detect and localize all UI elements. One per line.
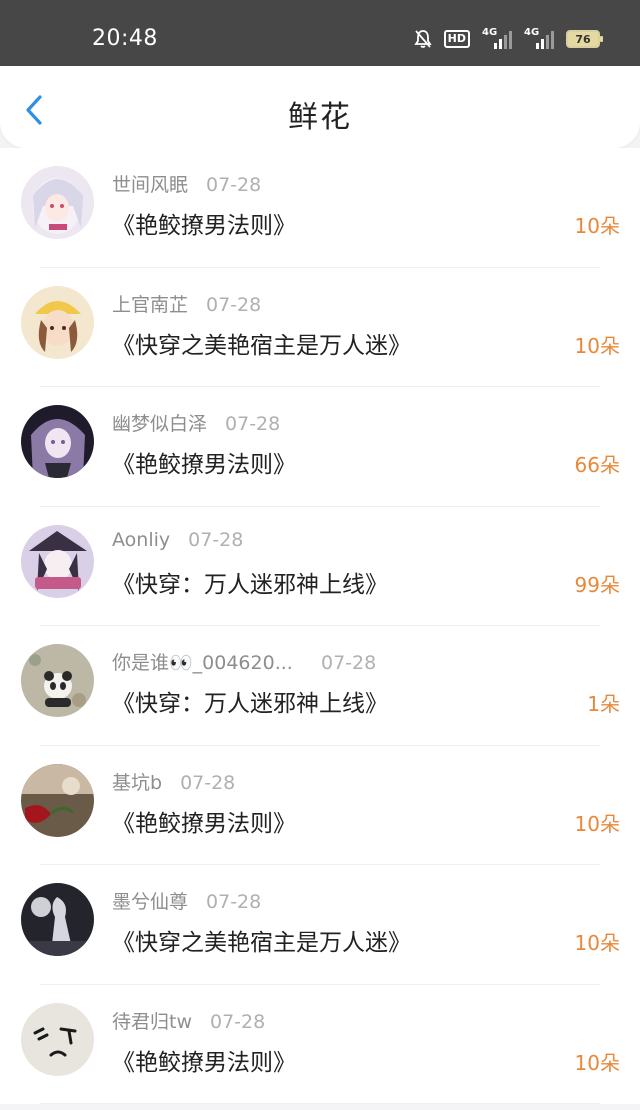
book-title[interactable]: 《艳鲛撩男法则》 [112, 445, 296, 479]
item-date: 07-28 [206, 293, 262, 316]
avatar[interactable] [21, 644, 94, 717]
flower-count: 10朵 [574, 1050, 620, 1075]
item-meta: 上官南芷 07-28 [112, 290, 261, 317]
list-item[interactable]: Aonliy 07-28 《快穿：万人迷邪神上线》 99朵 [0, 506, 640, 626]
user-name[interactable]: 墨兮仙尊 [112, 887, 188, 914]
user-name[interactable]: 待君归tw [112, 1007, 192, 1034]
user-name[interactable]: 上官南芷 [112, 290, 188, 317]
item-meta: 基坑b 07-28 [112, 768, 235, 795]
item-date: 07-28 [321, 652, 377, 674]
flower-count: 66朵 [574, 453, 620, 477]
book-title[interactable]: 《艳鲛撩男法则》 [112, 206, 296, 240]
user-name[interactable]: 你是谁👀_004620... [112, 648, 303, 675]
item-meta: 墨兮仙尊 07-28 [112, 887, 261, 914]
item-meta: 你是谁👀_004620... 07-28 [112, 648, 376, 675]
bell-muted-icon [413, 29, 432, 49]
item-date: 07-28 [210, 1010, 266, 1033]
avatar[interactable] [21, 763, 94, 837]
list-item[interactable]: 你是谁👀_004620... 07-28 《快穿：万人迷邪神上线》 1朵 [0, 626, 640, 746]
user-name[interactable]: 幽梦似白泽 [112, 409, 207, 436]
user-name[interactable]: Aonliy [112, 529, 170, 551]
item-date: 07-28 [206, 891, 262, 913]
avatar[interactable] [21, 405, 94, 478]
list-item[interactable]: 世间风眠 07-28 《艳鲛撩男法则》 10朵 [0, 148, 640, 268]
flower-count: 10朵 [574, 931, 620, 955]
signal-icon: 4G [482, 27, 512, 49]
list-item[interactable]: 基坑b 07-28 《艳鲛撩男法则》 10朵 [0, 745, 640, 865]
book-title[interactable]: 《快穿之美艳宿主是万人迷》 [112, 923, 411, 957]
hd-icon: HD [443, 30, 470, 48]
avatar[interactable] [21, 166, 94, 239]
list-item[interactable]: 上官南芷 07-28 《快穿之美艳宿主是万人迷》 10朵 [0, 267, 640, 387]
flower-count: 10朵 [574, 333, 620, 358]
item-date: 07-28 [188, 528, 244, 551]
book-title[interactable]: 《快穿之美艳宿主是万人迷》 [112, 326, 411, 360]
page-title: 鲜花 [288, 100, 352, 135]
flower-list: 世间风眠 07-28 《艳鲛撩男法则》 10朵 上官南芷 07-28 《快穿之美… [0, 148, 640, 1104]
user-name[interactable]: 基坑b [112, 768, 162, 795]
item-date: 07-28 [180, 771, 236, 794]
user-name[interactable]: 世间风眠 [112, 170, 188, 197]
book-title[interactable]: 《艳鲛撩男法则》 [112, 1043, 296, 1077]
divider [40, 1103, 600, 1104]
status-bar: 20:48 HD 4G 4G 76 [0, 0, 640, 66]
list-item[interactable]: 幽梦似白泽 07-28 《艳鲛撩男法则》 66朵 [0, 387, 640, 507]
nav-bar: 鲜花 [0, 66, 640, 148]
avatar[interactable] [21, 285, 94, 359]
list-item[interactable]: 待君归tw 07-28 《艳鲛撩男法则》 10朵 [0, 984, 640, 1104]
signal-icon: 4G [524, 27, 554, 49]
flower-count: 99朵 [574, 572, 620, 597]
avatar[interactable] [21, 524, 94, 598]
item-date: 07-28 [206, 174, 262, 196]
battery-icon: 76 [566, 30, 603, 48]
item-meta: 待君归tw 07-28 [112, 1007, 265, 1034]
list-item[interactable]: 墨兮仙尊 07-28 《快穿之美艳宿主是万人迷》 10朵 [0, 865, 640, 985]
item-meta: 世间风眠 07-28 [112, 170, 261, 197]
book-title[interactable]: 《快穿：万人迷邪神上线》 [112, 684, 388, 718]
item-meta: Aonliy 07-28 [112, 529, 243, 551]
avatar[interactable] [21, 883, 94, 956]
book-title[interactable]: 《快穿：万人迷邪神上线》 [112, 565, 388, 599]
flower-count: 10朵 [574, 811, 620, 836]
item-meta: 幽梦似白泽 07-28 [112, 409, 280, 436]
status-icons: HD 4G 4G 76 [413, 27, 603, 49]
flower-count: 1朵 [587, 692, 620, 716]
book-title[interactable]: 《艳鲛撩男法则》 [112, 804, 296, 838]
flower-count: 10朵 [574, 214, 620, 238]
avatar[interactable] [21, 1002, 94, 1076]
status-time: 20:48 [92, 26, 158, 51]
item-date: 07-28 [225, 413, 281, 435]
